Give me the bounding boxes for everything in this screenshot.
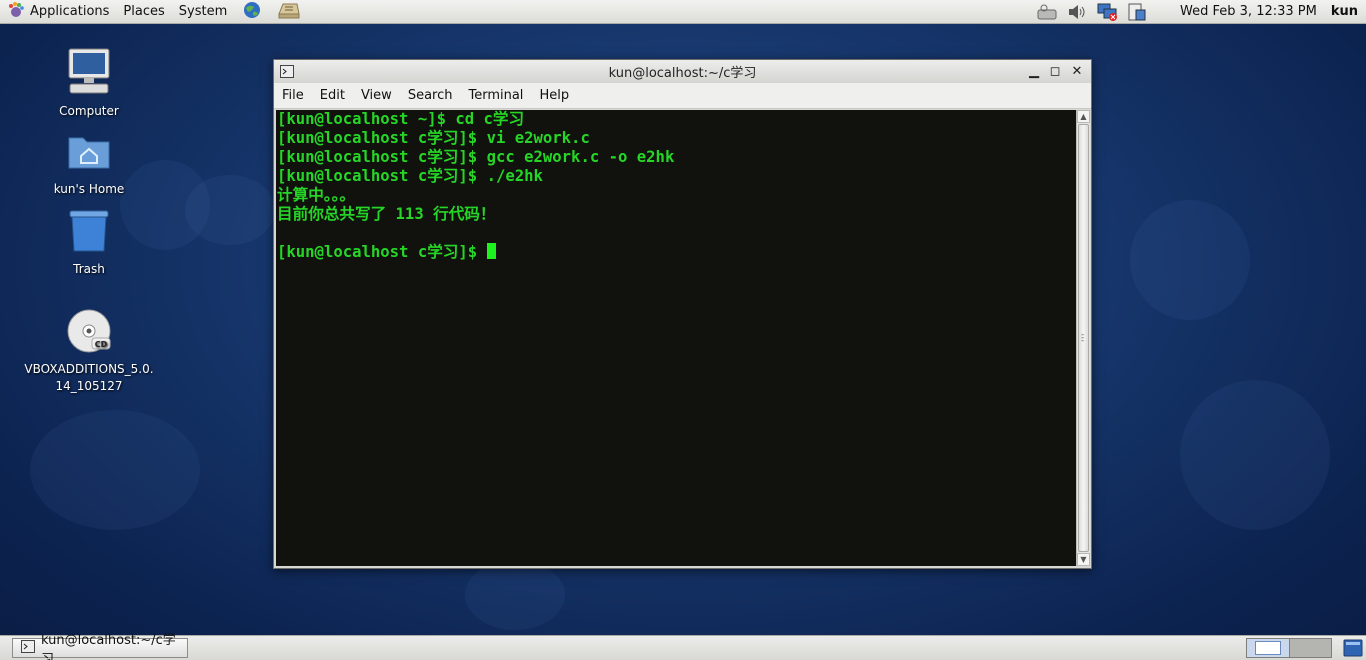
workspace-2[interactable] xyxy=(1289,639,1331,657)
clock[interactable]: Wed Feb 3, 12:33 PM xyxy=(1180,4,1317,19)
volume-icon[interactable] xyxy=(1065,2,1089,22)
show-desktop-icon xyxy=(1343,639,1363,660)
arrow-up-icon: ▲ xyxy=(1080,112,1087,121)
close-button[interactable]: ✕ xyxy=(1068,63,1086,79)
web-browser-launcher[interactable] xyxy=(234,0,270,24)
terminal-line: [kun@localhost c学习]$ vi e2work.c xyxy=(277,129,590,147)
workspace-1[interactable] xyxy=(1247,639,1290,657)
minimize-icon: ▁ xyxy=(1029,63,1039,79)
update-notifier-icon[interactable] xyxy=(1125,2,1149,22)
terminal-prompt: [kun@localhost c学习]$ xyxy=(277,243,487,261)
workspace-switcher xyxy=(1246,638,1332,658)
desktop-icon-vbox-cd[interactable]: CD VBOXADDITIONS_5.0. 14_105127 xyxy=(24,308,154,395)
taskbar-terminal-button[interactable]: kun@localhost:~/c学习 xyxy=(12,633,188,660)
scrollbar-thumb[interactable]: --- xyxy=(1078,124,1089,552)
bottom-panel: kun@localhost:~/c学习 xyxy=(0,633,1366,660)
terminal-cursor xyxy=(486,243,496,259)
title-bar[interactable]: kun@localhost:~/c学习 ▁ ◻ ✕ xyxy=(274,60,1091,83)
menu-terminal[interactable]: Terminal xyxy=(460,88,531,103)
desktop-icon-home[interactable]: kun's Home xyxy=(24,128,154,198)
gnome-foot-icon xyxy=(7,1,25,23)
terminal-window: kun@localhost:~/c学习 ▁ ◻ ✕ File Edit View… xyxy=(273,59,1092,569)
menu-help[interactable]: Help xyxy=(531,88,577,103)
network-hardware-icon[interactable] xyxy=(1035,2,1059,22)
scroll-up-button[interactable]: ▲ xyxy=(1077,110,1090,123)
terminal-line: [kun@localhost ~]$ cd c学习 xyxy=(277,110,525,128)
terminal-prompt-line: [kun@localhost c学习]$ xyxy=(277,243,1076,262)
terminal-line: 目前你总共写了 113 行代码！ xyxy=(277,205,496,223)
menu-search[interactable]: Search xyxy=(400,88,461,103)
minimize-button[interactable]: ▁ xyxy=(1025,63,1043,79)
close-icon: ✕ xyxy=(1071,63,1083,79)
terminal-line: [kun@localhost c学习]$ gcc e2work.c -o e2h… xyxy=(277,148,675,166)
terminal-output[interactable]: [kun@localhost ~]$ cd c学习 [kun@localhost… xyxy=(276,110,1076,566)
network-disconnected-icon[interactable] xyxy=(1095,2,1119,22)
user-menu[interactable]: kun xyxy=(1331,4,1358,19)
top-panel: Applications Places System Wed Feb 3, 12… xyxy=(0,0,1366,24)
web-browser-icon xyxy=(241,0,263,24)
menu-view[interactable]: View xyxy=(353,88,400,103)
arrow-down-icon: ▼ xyxy=(1080,555,1087,564)
window-title: kun@localhost:~/c学习 xyxy=(608,66,757,81)
show-desktop-button[interactable] xyxy=(1343,638,1363,658)
cd-icon: CD xyxy=(24,308,154,357)
trash-icon xyxy=(24,208,154,257)
terminal-task-icon xyxy=(21,639,35,657)
home-folder-icon xyxy=(24,128,154,177)
terminal-line: [kun@localhost c学习]$ ./e2hk xyxy=(277,167,543,185)
desktop-icon-trash[interactable]: Trash xyxy=(24,208,154,278)
workspace-window-thumb xyxy=(1254,641,1281,655)
scroll-down-button[interactable]: ▼ xyxy=(1077,553,1090,566)
system-menu[interactable]: System xyxy=(172,0,234,24)
terminal-line: 计算中。。。 xyxy=(277,186,355,204)
mail-launcher[interactable] xyxy=(270,0,308,24)
menu-edit[interactable]: Edit xyxy=(312,88,353,103)
terminal-scrollbar[interactable]: ▲ --- ▼ xyxy=(1076,110,1090,566)
terminal-menu-bar: File Edit View Search Terminal Help xyxy=(274,83,1091,109)
taskbar-terminal-label: kun@localhost:~/c学习 xyxy=(41,633,176,660)
terminal-app-icon[interactable] xyxy=(280,65,294,82)
desktop-icon-computer[interactable]: Computer xyxy=(24,46,154,120)
maximize-icon: ◻ xyxy=(1049,63,1061,79)
applications-menu[interactable]: Applications xyxy=(0,0,116,24)
computer-icon xyxy=(24,46,154,99)
svg-text:CD: CD xyxy=(95,340,108,349)
grip-icon: --- xyxy=(1081,330,1085,346)
maximize-button[interactable]: ◻ xyxy=(1046,63,1064,79)
places-menu[interactable]: Places xyxy=(116,0,171,24)
menu-file[interactable]: File xyxy=(274,88,312,103)
mail-client-icon xyxy=(277,0,301,24)
